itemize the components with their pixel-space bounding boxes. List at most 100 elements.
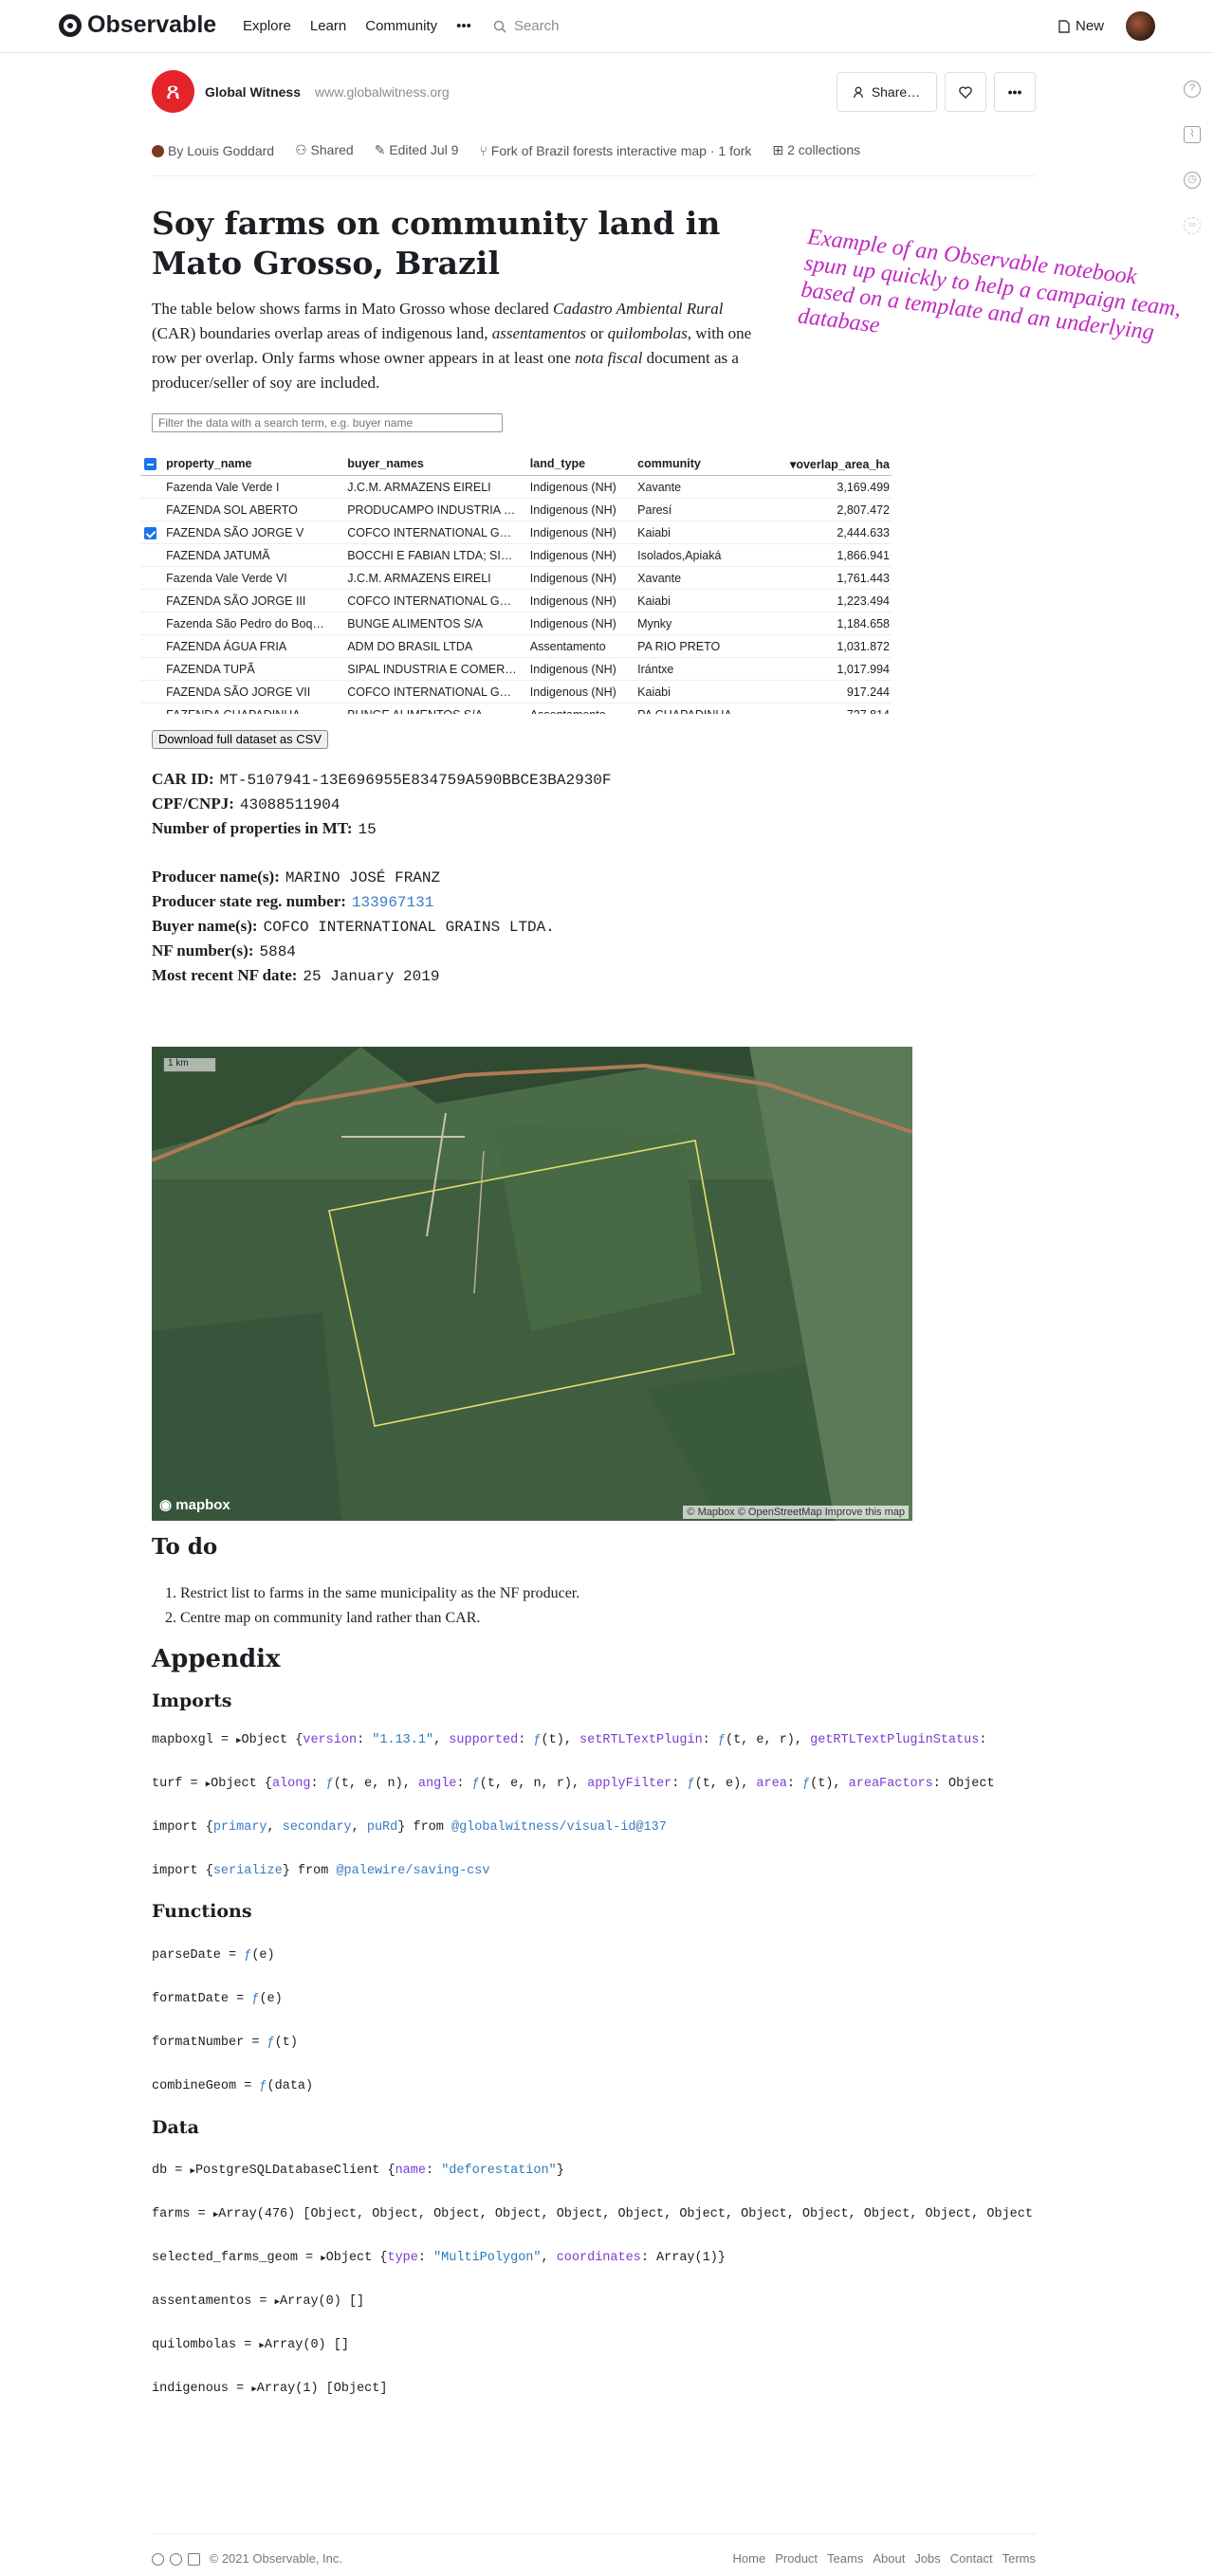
cell-indigenous[interactable]: indigenous = ▶Array(1) [Object] bbox=[152, 2382, 1034, 2396]
cell-combine-geom[interactable]: combineGeom = ƒ(data) bbox=[152, 2079, 1034, 2093]
observable-icon[interactable] bbox=[152, 2553, 164, 2567]
cell-turf[interactable]: turf = ▶Object {along: ƒ(t, e, n), angle… bbox=[152, 1777, 1034, 1791]
table-row[interactable]: FAZENDA SÃO JORGE V COFCO INTERNATIONAL G… bbox=[140, 521, 892, 544]
attachment-icon[interactable]: ⌇ bbox=[1184, 126, 1201, 143]
cell-overlap-area: 2,807.472 bbox=[765, 498, 892, 521]
cell-land-type: Indigenous (NH) bbox=[525, 657, 635, 681]
cell-assentamentos[interactable]: assentamentos = ▶Array(0) [] bbox=[152, 2294, 1034, 2309]
cell-community: Kaiabi bbox=[634, 589, 766, 612]
observable-logo[interactable]: Observable bbox=[59, 11, 216, 39]
cell-db[interactable]: db = ▶PostgreSQLDatabaseClient {name: "d… bbox=[152, 2164, 1034, 2178]
org-name[interactable]: Global Witness bbox=[205, 84, 301, 100]
row-checkbox[interactable] bbox=[140, 543, 163, 567]
more-options-button[interactable]: ••• bbox=[994, 72, 1036, 112]
github-icon[interactable] bbox=[170, 2553, 182, 2567]
cell-parse-date[interactable]: parseDate = ƒ(e) bbox=[152, 1948, 1034, 1963]
footer-link-jobs[interactable]: Jobs bbox=[914, 2551, 940, 2566]
person-add-icon bbox=[853, 86, 863, 98]
link-icon[interactable]: ∞ bbox=[1184, 217, 1201, 234]
import-source-link[interactable]: @globalwitness/visual-id@137 bbox=[451, 1820, 667, 1835]
satellite-map[interactable]: 1 km ◉ mapbox © Mapbox © OpenStreetMap I… bbox=[152, 1047, 912, 1521]
table-row[interactable]: Fazenda Vale Verde VI J.C.M. ARMAZENS EIR… bbox=[140, 566, 892, 590]
cell-format-number[interactable]: formatNumber = ƒ(t) bbox=[152, 2036, 1034, 2050]
nav-explore[interactable]: Explore bbox=[243, 18, 291, 34]
row-checkbox[interactable] bbox=[140, 657, 163, 681]
footer-link-teams[interactable]: Teams bbox=[827, 2551, 863, 2566]
new-notebook-button[interactable]: New bbox=[1058, 18, 1104, 34]
table-row[interactable]: FAZENDA JATUMÃ BOCCHI E FABIAN LTDA; SI… I… bbox=[140, 543, 892, 567]
cell-property-name: FAZENDA TUPÃ bbox=[162, 657, 344, 681]
cell-land-type: Indigenous (NH) bbox=[525, 543, 635, 567]
column-property-name[interactable]: property_name bbox=[162, 452, 344, 476]
import-source-link[interactable]: @palewire/saving-csv bbox=[336, 1864, 489, 1878]
footer-link-terms[interactable]: Terms bbox=[1002, 2551, 1036, 2566]
footer-link-product[interactable]: Product bbox=[775, 2551, 818, 2566]
org-url[interactable]: www.globalwitness.org bbox=[315, 84, 450, 100]
row-checkbox[interactable] bbox=[140, 566, 163, 590]
expand-triangle-icon[interactable]: ▶ bbox=[206, 1780, 211, 1789]
footer-link-about[interactable]: About bbox=[873, 2551, 905, 2566]
fork-count[interactable]: · 1 fork bbox=[710, 143, 752, 158]
column-community[interactable]: community bbox=[634, 452, 766, 476]
cell-community: Xavante bbox=[634, 566, 766, 590]
author[interactable]: By Louis Goddard bbox=[152, 143, 274, 158]
select-all-checkbox[interactable] bbox=[140, 452, 163, 476]
row-checkbox[interactable] bbox=[140, 703, 163, 714]
cell-mapboxgl[interactable]: mapboxgl = ▶Object {version: "1.13.1", s… bbox=[152, 1733, 1034, 1747]
cell-quilombolas[interactable]: quilombolas = ▶Array(0) [] bbox=[152, 2338, 1034, 2352]
like-button[interactable] bbox=[945, 72, 986, 112]
cell-import-serialize[interactable]: import {serialize} from @palewire/saving… bbox=[152, 1864, 1034, 1878]
column-land-type[interactable]: land_type bbox=[525, 452, 635, 476]
history-icon[interactable]: ◷ bbox=[1184, 172, 1201, 189]
data-table-container[interactable]: property_name buyer_names land_type comm… bbox=[140, 452, 899, 714]
table-row[interactable]: FAZENDA CHAPADINHABUNGE ALIMENTOS S/AAss… bbox=[140, 703, 892, 714]
share-button[interactable]: Share… bbox=[837, 72, 937, 112]
expand-triangle-icon[interactable]: ▶ bbox=[321, 2254, 325, 2263]
state-reg-link[interactable]: 133967131 bbox=[352, 894, 433, 911]
edited-date[interactable]: ✎ Edited Jul 9 bbox=[375, 142, 459, 158]
table-row[interactable]: Fazenda São Pedro do Boq… BUNGE ALIMENTOS… bbox=[140, 612, 892, 635]
nav-learn[interactable]: Learn bbox=[310, 18, 346, 34]
row-checkbox[interactable] bbox=[140, 612, 163, 635]
mapbox-logo[interactable]: ◉ mapbox bbox=[159, 1496, 230, 1513]
help-icon[interactable]: ? bbox=[1184, 81, 1201, 98]
global-witness-logo[interactable]: ጸ bbox=[152, 70, 194, 113]
row-checkbox[interactable] bbox=[140, 521, 163, 544]
collections[interactable]: ⊞ 2 collections bbox=[772, 142, 860, 158]
row-checkbox[interactable] bbox=[140, 589, 163, 612]
cell-selected-farms-geom[interactable]: selected_farms_geom = ▶Object {type: "Mu… bbox=[152, 2251, 1034, 2265]
row-checkbox[interactable] bbox=[140, 634, 163, 658]
buyer-value: COFCO INTERNATIONAL GRAINS LTDA. bbox=[263, 919, 555, 936]
twitter-icon[interactable] bbox=[188, 2553, 200, 2567]
table-row[interactable]: FAZENDA SOL ABERTO PRODUCAMPO INDUSTRIA …… bbox=[140, 498, 892, 521]
table-row[interactable]: FAZENDA SÃO JORGE VII COFCO INTERNATIONAL… bbox=[140, 680, 892, 703]
row-checkbox[interactable] bbox=[140, 475, 163, 499]
column-overlap-area[interactable]: ▾overlap_area_ha bbox=[765, 452, 892, 476]
download-csv-button[interactable]: Download full dataset as CSV bbox=[152, 730, 328, 749]
nav-more-icon[interactable]: ••• bbox=[456, 18, 471, 34]
table-row[interactable]: FAZENDA TUPÃ SIPAL INDUSTRIA E COMER… Indi… bbox=[140, 657, 892, 681]
search-box[interactable]: Search bbox=[493, 18, 560, 34]
cell-farms[interactable]: farms = ▶Array(476) [Object, Object, Obj… bbox=[152, 2207, 1034, 2221]
row-checkbox[interactable] bbox=[140, 680, 163, 703]
cell-property-name: FAZENDA ÁGUA FRIA bbox=[162, 634, 344, 658]
table-row[interactable]: FAZENDA SÃO JORGE III COFCO INTERNATIONAL… bbox=[140, 589, 892, 612]
footer-link-home[interactable]: Home bbox=[733, 2551, 766, 2566]
search-placeholder: Search bbox=[514, 18, 560, 34]
map-attribution[interactable]: © Mapbox © OpenStreetMap Improve this ma… bbox=[683, 1506, 909, 1519]
footer-link-contact[interactable]: Contact bbox=[950, 2551, 993, 2566]
cell-import-visual-id[interactable]: import {primary, secondary, puRd} from @… bbox=[152, 1820, 1034, 1835]
cell-format-date[interactable]: formatDate = ƒ(e) bbox=[152, 1992, 1034, 2006]
cpf-row: CPF/CNPJ: 43088511904 bbox=[152, 795, 340, 813]
table-row[interactable]: FAZENDA ÁGUA FRIA ADM DO BRASIL LTDA Assen… bbox=[140, 634, 892, 658]
nav-community[interactable]: Community bbox=[365, 18, 437, 34]
cell-overlap-area: 1,223.494 bbox=[765, 589, 892, 612]
filter-input[interactable] bbox=[152, 413, 503, 432]
shared-status[interactable]: ⚇ Shared bbox=[295, 142, 354, 158]
row-checkbox[interactable] bbox=[140, 498, 163, 521]
user-avatar[interactable] bbox=[1126, 11, 1155, 41]
column-buyer-names[interactable]: buyer_names bbox=[343, 452, 526, 476]
table-row[interactable]: Fazenda Vale Verde I J.C.M. ARMAZENS EIRE… bbox=[140, 475, 892, 499]
table-header-row: property_name buyer_names land_type comm… bbox=[140, 452, 892, 476]
fork-of-link[interactable]: Fork of Brazil forests interactive map bbox=[491, 143, 707, 158]
